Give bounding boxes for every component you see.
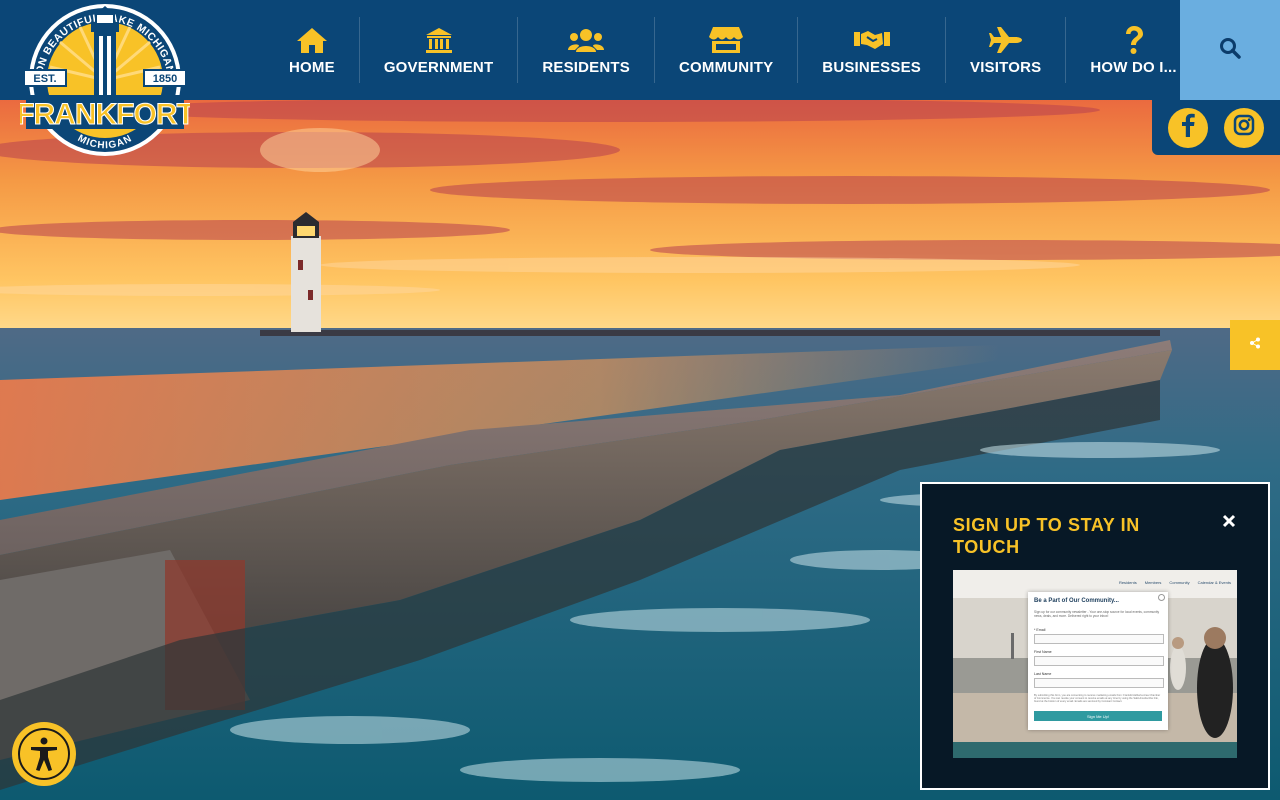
instagram-icon (1233, 114, 1255, 141)
plane-icon (988, 25, 1024, 55)
preview-fine-print: By submitting this form, you are consent… (1034, 694, 1161, 703)
instagram-link[interactable] (1224, 107, 1264, 148)
preview-first-name-label: First Name (1034, 650, 1052, 654)
accessibility-icon (18, 728, 70, 780)
share-icon (1249, 336, 1261, 354)
preview-nav-link: Calendar & Events (1197, 580, 1231, 585)
question-icon (1123, 25, 1145, 55)
preview-first-name-field (1034, 656, 1164, 666)
popup-close-button[interactable] (1218, 512, 1240, 534)
nav-label: GOVERNMENT (383, 58, 494, 76)
nav-item-visitors[interactable]: VISITORS (946, 17, 1067, 83)
site-header: HOME GOVERNMENT RESIDENTS COMMUNITY BUSI… (0, 0, 1280, 100)
nav-item-residents[interactable]: RESIDENTS (518, 17, 655, 83)
logo-est-year: 1850 (153, 73, 177, 85)
preview-nav-link: Community (1169, 580, 1190, 585)
popup-preview-image[interactable]: Residents Members Community Calendar & E… (953, 570, 1237, 758)
preview-last-name-field (1034, 678, 1164, 688)
preview-nav-link: Members (1144, 580, 1162, 585)
preview-email-label: * Email (1034, 628, 1046, 632)
nav-label: HOW DO I... (1090, 58, 1177, 76)
preview-email-field (1034, 634, 1164, 644)
users-icon (567, 25, 605, 55)
main-nav: HOME GOVERNMENT RESIDENTS COMMUNITY BUSI… (265, 0, 1201, 100)
facebook-icon (1181, 113, 1195, 142)
logo-est-label: EST. (33, 73, 56, 85)
preview-signup-form: Be a Part of Our Community... Sign up fo… (1028, 592, 1168, 730)
nav-item-community[interactable]: COMMUNITY (655, 17, 799, 83)
landmark-icon (424, 25, 454, 55)
share-button[interactable] (1230, 320, 1280, 370)
preview-nav-links: Residents Members Community Calendar & E… (1119, 580, 1231, 585)
search-button[interactable] (1180, 0, 1280, 100)
popup-title: SIGN UP TO STAY IN TOUCH (953, 515, 1140, 557)
search-icon (1219, 37, 1241, 64)
close-icon (1222, 514, 1236, 533)
home-icon (295, 25, 329, 55)
facebook-link[interactable] (1168, 107, 1208, 148)
nav-label: COMMUNITY (678, 58, 774, 76)
accessibility-button[interactable] (12, 722, 76, 786)
nav-label: BUSINESSES (822, 58, 921, 76)
store-icon (708, 25, 744, 55)
preview-form-desc: Sign up for our community newsletter - Y… (1034, 610, 1160, 618)
nav-item-businesses[interactable]: BUSINESSES (798, 17, 946, 83)
preview-last-name-label: Last Name (1034, 672, 1052, 676)
nav-item-government[interactable]: GOVERNMENT (360, 17, 519, 83)
handshake-icon (853, 25, 891, 55)
preview-footer (953, 742, 1237, 758)
logo-name: FRANKFORT (20, 98, 190, 131)
social-bar (1152, 100, 1280, 155)
site-logo[interactable]: ON BEAUTIFUL LAKE MICHIGAN EST. 1850 FRA… (16, 2, 196, 162)
nav-label: RESIDENTS (542, 58, 630, 76)
signup-popup: SIGN UP TO STAY IN TOUCH Residents Membe… (920, 482, 1270, 790)
nav-label: HOME (289, 58, 335, 76)
preview-close-icon (1158, 594, 1165, 601)
preview-form-title: Be a Part of Our Community... (1034, 598, 1119, 604)
nav-item-home[interactable]: HOME (265, 17, 360, 83)
preview-nav-link: Residents (1118, 580, 1137, 585)
preview-submit-button: Sign Me Up! (1034, 711, 1162, 721)
nav-label: VISITORS (969, 58, 1042, 76)
